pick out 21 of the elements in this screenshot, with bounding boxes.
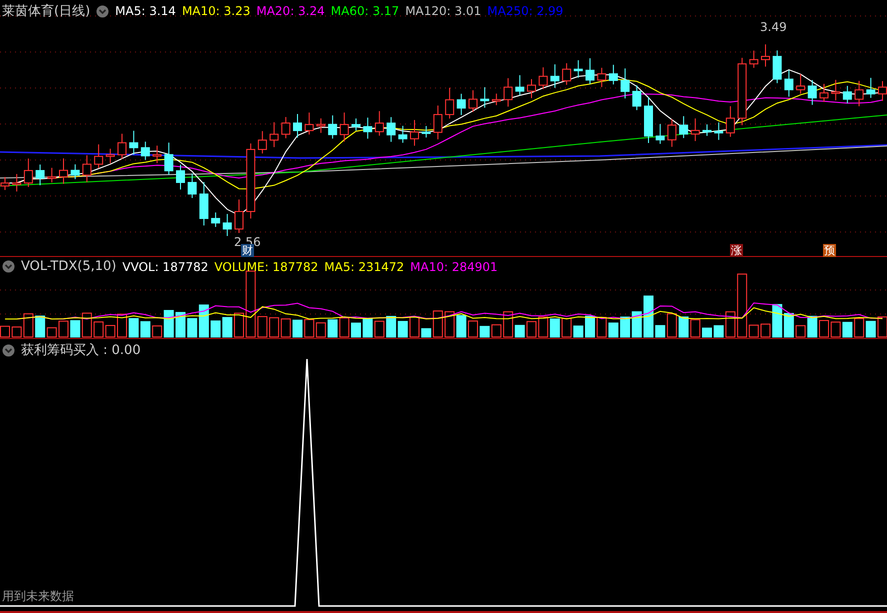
dropdown-icon[interactable] — [2, 260, 15, 273]
stock-title: 莱茵体育(日线) — [2, 2, 90, 20]
event-badge[interactable]: 财 — [241, 244, 254, 257]
ma-reading: MA120: 3.01 — [405, 4, 482, 18]
price-label: 3.49 — [760, 20, 787, 34]
ma-reading: MA60: 3.17 — [330, 4, 400, 18]
ma-reading: MA5: 3.14 — [115, 4, 176, 18]
footer-note: 用到未来数据 — [2, 588, 74, 605]
event-badge[interactable]: 涨 — [730, 244, 743, 257]
volume-reading: VOLUME: 187782 — [214, 260, 318, 274]
event-badge[interactable]: 预 — [823, 244, 836, 257]
volume-reading: MA5: 231472 — [324, 260, 404, 274]
volume-reading: MA10: 284901 — [410, 260, 498, 274]
ma-reading: MA10: 3.23 — [182, 4, 250, 18]
indicator-reading: 获利筹码买入 : 0.00 — [21, 342, 141, 359]
indicator-name: VOL-TDX(5,10) — [21, 259, 116, 274]
dropdown-icon[interactable] — [2, 344, 15, 356]
ma-reading: MA250: 2.99 — [487, 4, 564, 18]
dropdown-icon[interactable] — [96, 4, 110, 18]
volume-reading: VVOL: 187782 — [122, 260, 208, 274]
ma-reading: MA20: 3.24 — [256, 4, 325, 18]
